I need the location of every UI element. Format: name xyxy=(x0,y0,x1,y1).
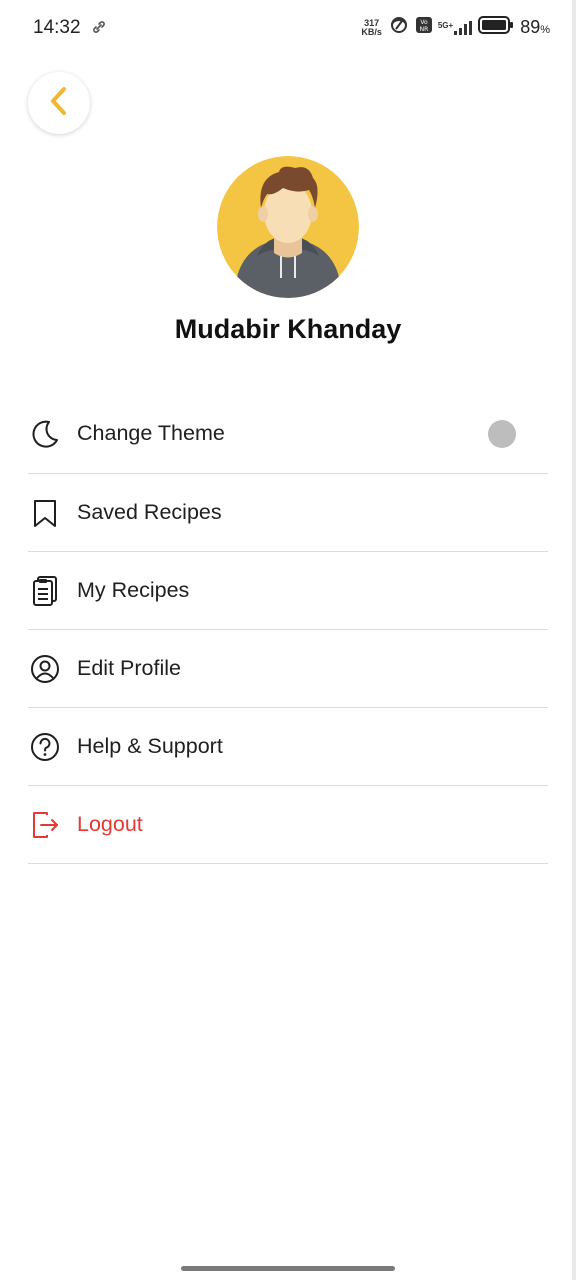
status-icons: 317 KB/s Vo NR 5G+ 89% xyxy=(361,16,550,39)
settings-menu: Change Theme Saved Recipes My Recipes Ed… xyxy=(28,394,548,864)
svg-text:NR: NR xyxy=(420,26,429,33)
menu-item-label: My Recipes xyxy=(77,578,190,602)
status-time: 14:32 xyxy=(33,17,81,38)
theme-toggle[interactable] xyxy=(488,419,516,448)
home-indicator[interactable] xyxy=(181,1266,395,1271)
menu-item-saved-recipes[interactable]: Saved Recipes xyxy=(28,474,548,552)
menu-item-label: Logout xyxy=(77,812,143,836)
chevron-left-icon xyxy=(47,86,71,121)
menu-item-change-theme[interactable]: Change Theme xyxy=(28,394,548,474)
status-bar: 14:32 317 KB/s Vo NR 5G+ 89% xyxy=(0,0,576,56)
menu-item-logout[interactable]: Logout xyxy=(28,786,548,864)
logout-icon xyxy=(28,808,62,842)
user-name: Mudabir Khanday xyxy=(174,314,402,344)
volte-icon: Vo NR xyxy=(415,17,432,38)
battery-percent: 89% xyxy=(520,17,550,37)
svg-text:Vo: Vo xyxy=(420,19,428,26)
menu-item-edit-profile[interactable]: Edit Profile xyxy=(28,630,548,708)
avatar xyxy=(217,156,359,298)
scroll-edge xyxy=(572,0,576,1280)
back-button[interactable] xyxy=(28,72,90,134)
moon-icon xyxy=(28,417,62,451)
menu-item-label: Saved Recipes xyxy=(77,500,222,524)
network-speed: 317 KB/s xyxy=(361,17,382,37)
signal-icon: 5G+ xyxy=(438,20,473,35)
menu-item-label: Edit Profile xyxy=(77,656,181,680)
menu-item-label: Help & Support xyxy=(77,734,223,758)
clipboard-icon xyxy=(28,574,62,608)
link-icon xyxy=(92,20,106,39)
menu-item-label: Change Theme xyxy=(77,421,225,445)
menu-item-help-support[interactable]: Help & Support xyxy=(28,708,548,786)
battery-icon xyxy=(478,16,514,39)
menu-item-my-recipes[interactable]: My Recipes xyxy=(28,552,548,630)
bookmark-icon xyxy=(28,496,62,530)
user-circle-icon xyxy=(28,652,62,686)
help-circle-icon xyxy=(28,730,62,764)
hotspot-icon xyxy=(388,16,410,39)
